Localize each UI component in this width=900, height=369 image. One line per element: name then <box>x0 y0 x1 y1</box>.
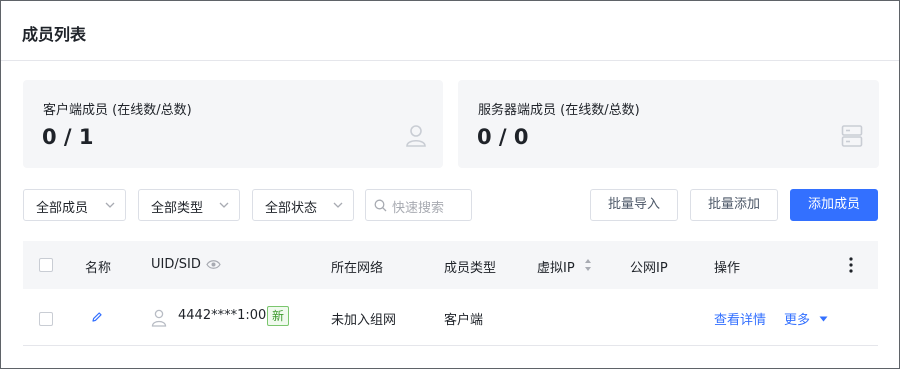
member-filter-value: 全部成员 <box>36 201 89 216</box>
server-icon <box>841 125 863 147</box>
column-member-type: 成员类型 <box>444 261 497 276</box>
type-filter-value: 全部类型 <box>151 201 204 216</box>
batch-add-button[interactable]: 批量添加 <box>690 189 778 221</box>
member-network: 未加入组网 <box>331 313 397 328</box>
caret-down-icon[interactable] <box>819 316 828 322</box>
chevron-down-icon <box>219 202 229 208</box>
table-header: 名称 UID/SID 所在网络 成员类型 虚拟IP 公网IP 操作 <box>23 241 878 289</box>
server-members-card: 服务器端成员 (在线数/总数) 0 / 0 <box>458 80 879 168</box>
add-member-button[interactable]: 添加成员 <box>790 189 878 221</box>
select-all-checkbox[interactable] <box>39 258 53 272</box>
member-uid: 4442****1:001 <box>178 308 275 323</box>
batch-import-button[interactable]: 批量导入 <box>590 189 678 221</box>
column-uid-sid: UID/SID <box>151 257 201 272</box>
client-members-value: 0 / 1 <box>42 125 94 149</box>
new-badge: 新 <box>267 306 290 326</box>
column-network: 所在网络 <box>331 261 384 276</box>
column-public-ip: 公网IP <box>630 261 668 276</box>
eye-icon[interactable] <box>206 259 221 270</box>
table-row: 4442****1:001 新 未加入组网 客户端 查看详情 更多 <box>23 290 878 346</box>
search-placeholder: 快速搜索 <box>392 201 445 216</box>
status-filter-value: 全部状态 <box>265 201 318 216</box>
column-actions: 操作 <box>714 261 741 276</box>
member-list-panel: 成员列表 客户端成员 (在线数/总数) 0 / 1 服务器端成员 (在线数/总数… <box>0 0 900 369</box>
status-filter-select[interactable]: 全部状态 <box>252 189 354 221</box>
user-icon <box>151 309 167 327</box>
member-filter-select[interactable]: 全部成员 <box>23 189 126 221</box>
view-details-link[interactable]: 查看详情 <box>714 309 766 328</box>
client-members-label: 客户端成员 (在线数/总数) <box>43 103 192 118</box>
chevron-down-icon <box>105 202 115 208</box>
more-options-icon[interactable] <box>847 256 855 274</box>
edit-icon[interactable] <box>91 311 103 323</box>
server-members-value: 0 / 0 <box>477 125 529 149</box>
member-type: 客户端 <box>444 313 484 328</box>
search-input[interactable]: 快速搜索 <box>365 189 472 221</box>
panel-header: 成员列表 <box>1 1 899 61</box>
sort-icon[interactable] <box>584 258 592 272</box>
search-icon <box>374 199 387 212</box>
column-virtual-ip: 虚拟IP <box>537 261 575 276</box>
page-title: 成员列表 <box>22 25 87 44</box>
user-icon <box>406 125 426 147</box>
row-checkbox[interactable] <box>39 312 53 326</box>
type-filter-select[interactable]: 全部类型 <box>138 189 240 221</box>
more-actions-link[interactable]: 更多 <box>784 309 810 328</box>
chevron-down-icon <box>333 202 343 208</box>
client-members-card: 客户端成员 (在线数/总数) 0 / 1 <box>23 80 443 168</box>
server-members-label: 服务器端成员 (在线数/总数) <box>478 103 640 118</box>
column-name: 名称 <box>85 261 112 276</box>
